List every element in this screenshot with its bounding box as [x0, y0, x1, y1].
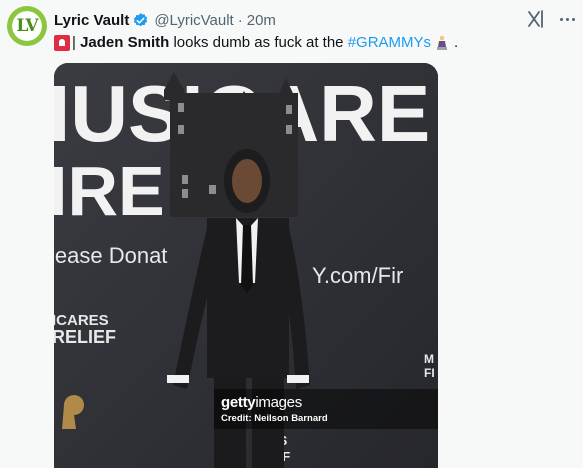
hashtag-link[interactable]: #GRAMMYs: [348, 33, 431, 53]
backdrop-line-4: Y.com/Fir: [312, 263, 403, 288]
avatar-initials: LV: [16, 16, 38, 36]
separator-dot: ·: [237, 11, 243, 29]
tweet-separator: |: [72, 34, 76, 51]
backdrop-line-8: FI: [424, 366, 435, 380]
tweet-photo[interactable]: IUSICARE IRE LII lease Donat Y.com/Fir I…: [54, 63, 438, 468]
tweet-subject: Jaden Smith: [80, 34, 170, 51]
avatar[interactable]: LV: [7, 6, 47, 46]
getty-watermark-prefix: getty: [221, 394, 256, 411]
siren-emoji-icon: [54, 35, 70, 51]
getty-watermark: gettyimages: [221, 394, 302, 411]
grok-icon[interactable]: [526, 9, 546, 29]
photo-credit: Credit: Neilson Barnard: [221, 413, 328, 424]
tweet[interactable]: LV Lyric Vault @LyricVault · 20m | Jaden…: [0, 0, 583, 468]
tweet-header: Lyric Vault @LyricVault · 20m: [54, 10, 276, 30]
author-name[interactable]: Lyric Vault: [54, 12, 129, 29]
more-dot: [565, 17, 569, 21]
backdrop-line-6: RELIEF: [54, 327, 116, 347]
timestamp[interactable]: 20m: [247, 12, 276, 29]
getty-watermark-suffix: images: [255, 394, 302, 411]
more-dot: [559, 17, 563, 21]
verified-badge-icon[interactable]: [132, 12, 149, 29]
author-handle[interactable]: @LyricVault: [154, 12, 233, 29]
tweet-text-end: .: [454, 34, 459, 51]
backdrop-line-7: M: [424, 352, 434, 366]
more-dot: [571, 17, 575, 21]
more-icon[interactable]: [556, 9, 578, 29]
statue-emoji-icon: [437, 35, 448, 50]
backdrop-line-3: lease Donat: [54, 243, 167, 268]
tweet-text-middle: looks dumb as fuck at the: [173, 34, 344, 51]
tweet-text: | Jaden Smith looks dumb as fuck at the …: [54, 33, 458, 53]
